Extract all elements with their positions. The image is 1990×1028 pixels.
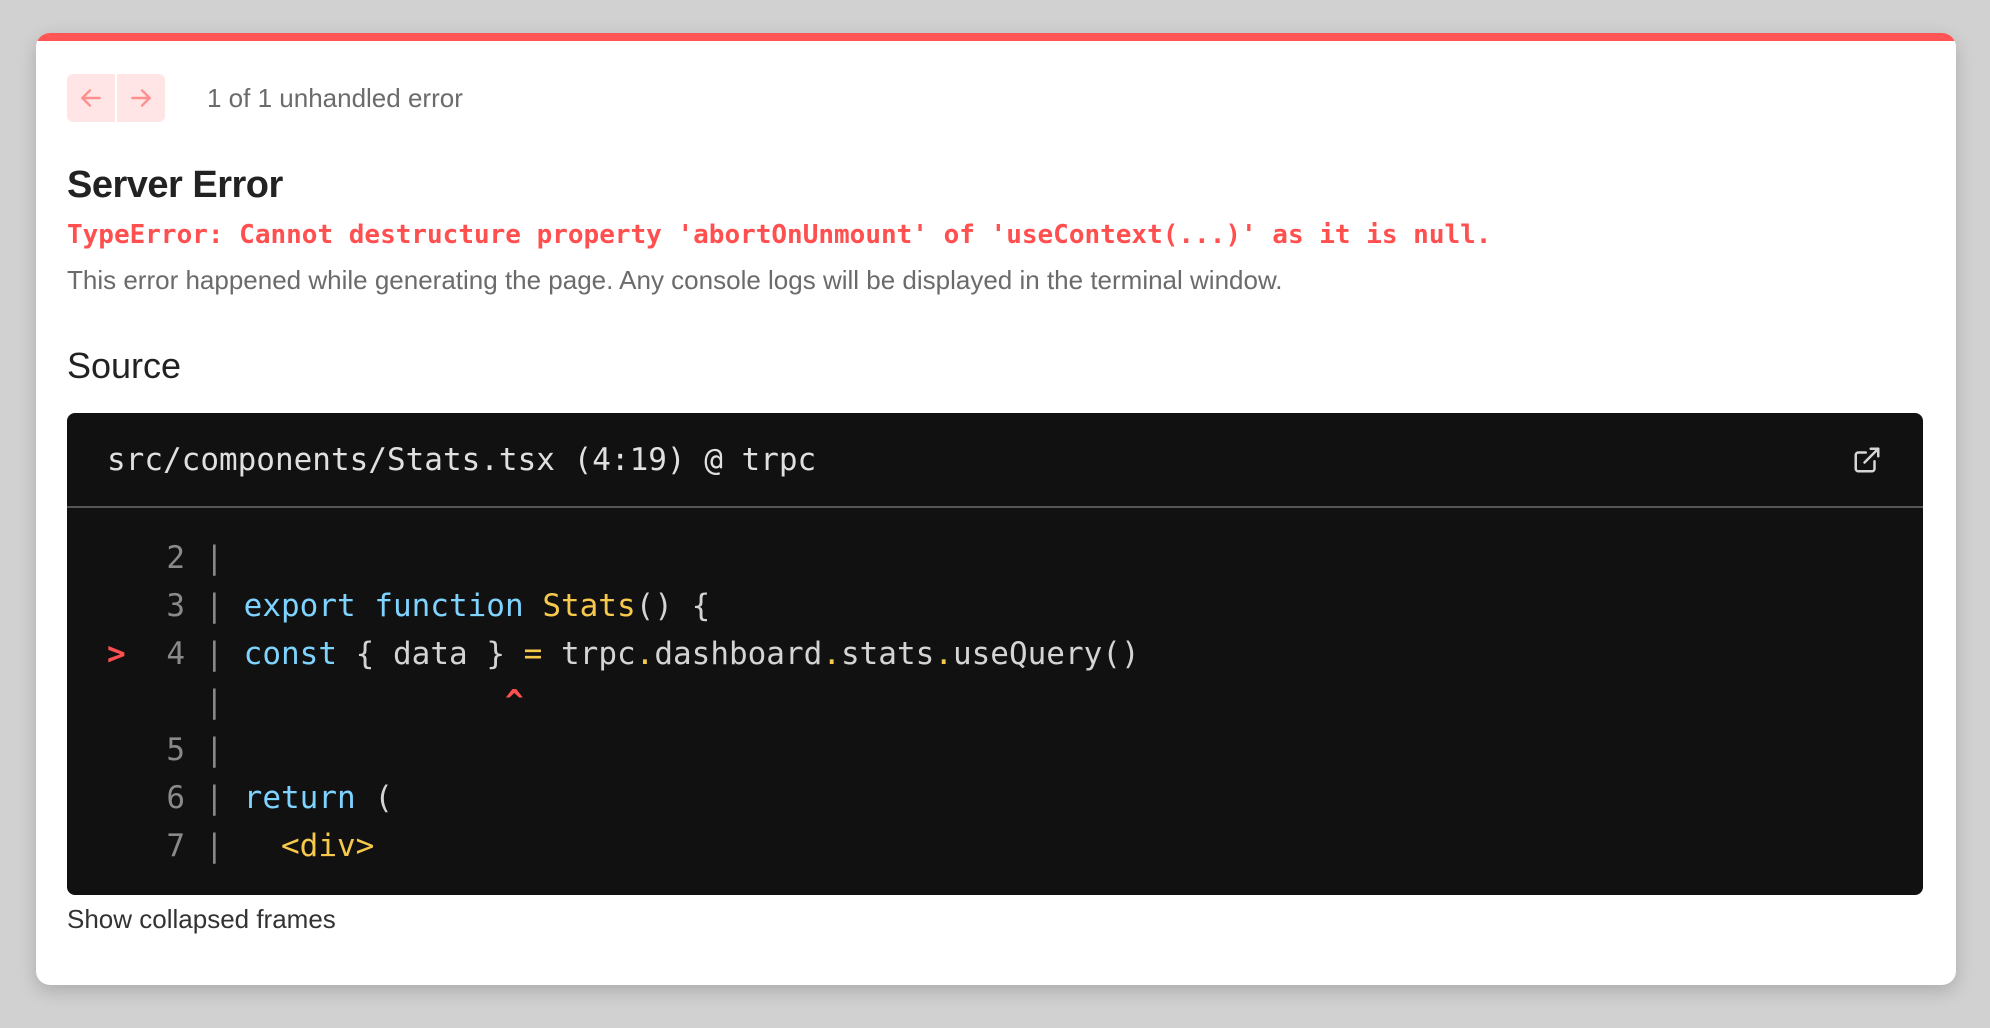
error-message: TypeError: Cannot destructure property '… xyxy=(67,220,1492,250)
arrow-left-icon xyxy=(81,89,101,107)
error-navigation: 1 of 1 unhandled error xyxy=(67,74,463,122)
error-title: Server Error xyxy=(67,164,283,206)
code-text: () { xyxy=(635,588,711,624)
error-counter: 1 of 1 unhandled error xyxy=(207,82,463,113)
line-gutter: | xyxy=(205,588,224,624)
error-dialog: 1 of 1 unhandled error Server Error Type… xyxy=(36,33,1956,985)
code-text: stats xyxy=(840,636,935,672)
code-text: dashboard xyxy=(654,636,823,672)
line-gutter: | xyxy=(205,636,224,672)
show-collapsed-frames-button[interactable]: Show collapsed frames xyxy=(67,904,336,935)
line-number: 5 xyxy=(166,732,185,768)
code-text: ( xyxy=(374,780,393,816)
code-keyword: return xyxy=(243,780,356,816)
line-gutter: | xyxy=(205,828,224,864)
code-line: 5 | xyxy=(67,726,1923,774)
code-operator: = xyxy=(523,636,543,672)
code-keyword: export function xyxy=(243,588,524,624)
code-text: useQuery() xyxy=(952,636,1140,672)
line-gutter: | xyxy=(205,684,224,720)
code-dot: . xyxy=(822,636,841,672)
prev-error-button[interactable] xyxy=(67,74,115,122)
code-text: trpc xyxy=(561,636,636,672)
source-code-panel: src/components/Stats.tsx (4:19) @ trpc 2… xyxy=(67,413,1923,895)
code-dot: . xyxy=(934,636,953,672)
line-number: 4 xyxy=(166,636,185,672)
code-line: 3 | export function Stats() { xyxy=(67,582,1923,630)
code-keyword: const xyxy=(243,636,337,672)
error-accent-bar xyxy=(36,33,1956,41)
line-number: 7 xyxy=(166,828,185,864)
line-number: 6 xyxy=(166,780,185,816)
code-jsx-tag: <div> xyxy=(281,828,375,864)
line-gutter: | xyxy=(205,780,224,816)
source-file-path[interactable]: src/components/Stats.tsx (4:19) @ trpc xyxy=(107,442,816,478)
code-dot: . xyxy=(635,636,655,672)
code-line-caret: | ^ xyxy=(67,678,1923,726)
code-line: 7 | <div> xyxy=(67,822,1923,870)
line-number: 3 xyxy=(166,588,185,624)
code-function-name: Stats xyxy=(542,588,636,624)
error-caret: ^ xyxy=(504,684,524,720)
code-frame-body: 2 | 3 | export function Stats() { >4 | const … xyxy=(67,508,1923,870)
line-gutter: | xyxy=(205,540,224,576)
code-frame-header: src/components/Stats.tsx (4:19) @ trpc xyxy=(67,413,1923,508)
line-gutter: | xyxy=(205,732,224,768)
code-line-highlighted: >4 | const { data } = trpc.dashboard.stats… xyxy=(67,630,1923,678)
error-line-marker: > xyxy=(107,636,126,672)
arrow-right-icon xyxy=(131,89,151,107)
error-nav-buttons xyxy=(67,74,165,122)
external-link-icon[interactable] xyxy=(1851,444,1883,476)
next-error-button[interactable] xyxy=(115,74,165,122)
source-section-title: Source xyxy=(67,345,182,386)
code-line: 2 | xyxy=(67,534,1923,582)
code-line: 6 | return ( xyxy=(67,774,1923,822)
error-description: This error happened while generating the… xyxy=(67,265,1283,295)
line-number: 2 xyxy=(166,540,185,576)
code-text: { data } xyxy=(355,636,505,672)
